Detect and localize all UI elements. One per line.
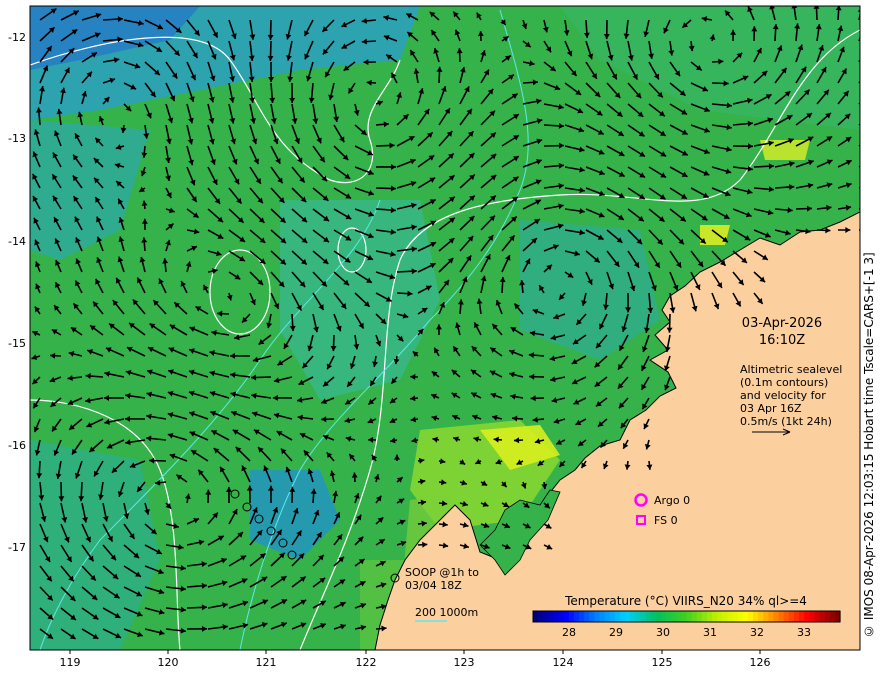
x-tick: 122 xyxy=(356,656,377,669)
colorbar-segment xyxy=(747,611,754,622)
colorbar-segment xyxy=(584,611,590,622)
colorbar-segment xyxy=(655,611,662,622)
colorbar-segment xyxy=(742,611,749,622)
colorbar-segment xyxy=(809,611,816,622)
colorbar-segment xyxy=(814,611,821,622)
svg-text:30: 30 xyxy=(656,626,670,639)
colorbar-segment xyxy=(579,611,585,622)
colorbar-segment xyxy=(650,611,657,622)
svg-text:and velocity for: and velocity for xyxy=(740,389,826,402)
colorbar-segment xyxy=(625,611,631,622)
colorbar-segment xyxy=(614,611,621,622)
x-tick: 119 xyxy=(60,656,81,669)
colorbar-segment xyxy=(686,611,693,622)
colorbar-segment xyxy=(548,611,555,622)
colorbar-segment xyxy=(640,611,647,622)
colorbar-segment xyxy=(558,611,565,622)
colorbar-segment xyxy=(553,611,560,622)
colorbar-segment xyxy=(824,611,831,622)
colorbar-segment xyxy=(563,611,570,622)
y-axis-ticks: -12 -13 -14 -15 -16 -17 xyxy=(8,31,26,554)
y-tick: -17 xyxy=(8,541,26,554)
svg-text:0.5m/s (1kt 24h): 0.5m/s (1kt 24h) xyxy=(740,415,832,428)
colorbar-segment xyxy=(645,611,652,622)
y-tick: -15 xyxy=(8,337,26,350)
colorbar-segment xyxy=(768,611,775,622)
colorbar-segment xyxy=(706,611,713,622)
colorbar-segment xyxy=(666,611,672,622)
y-tick: -16 xyxy=(8,439,26,452)
x-tick: 120 xyxy=(158,656,179,669)
colorbar-segment xyxy=(753,611,759,622)
svg-text:32: 32 xyxy=(750,626,764,639)
svg-text:33: 33 xyxy=(797,626,811,639)
x-tick: 123 xyxy=(454,656,475,669)
x-tick: 125 xyxy=(652,656,673,669)
colorbar-segment xyxy=(773,611,780,622)
colorbar-segment xyxy=(783,611,790,622)
colorbar-segment xyxy=(543,611,549,622)
x-tick: 121 xyxy=(256,656,277,669)
colorbar-segment xyxy=(568,611,575,622)
colorbar-segment xyxy=(799,611,805,622)
map-time: 16:10Z xyxy=(759,333,805,348)
colorbar-segment xyxy=(701,611,708,622)
colorbar-segment xyxy=(594,611,601,622)
x-tick: 124 xyxy=(553,656,574,669)
ocean-map: 119 120 121 122 123 124 125 126 -12 -13 … xyxy=(8,5,861,669)
colorbar-segment xyxy=(533,611,539,622)
y-tick: -12 xyxy=(8,31,26,44)
colorbar-segment xyxy=(819,611,826,622)
colorbar-segment xyxy=(619,611,626,622)
colorbar-segment xyxy=(717,611,723,622)
colorbar-segment xyxy=(696,611,703,622)
colorbar-segment xyxy=(573,611,580,622)
x-tick: 126 xyxy=(750,656,771,669)
svg-text:Altimetric sealevel: Altimetric sealevel xyxy=(740,363,842,376)
svg-text:(0.1m contours): (0.1m contours) xyxy=(740,376,828,389)
y-tick: -13 xyxy=(8,132,26,145)
soop-label-1: SOOP @1h to xyxy=(405,566,479,579)
colorbar-segment xyxy=(589,611,595,622)
colorbar-segment xyxy=(609,611,616,622)
argo-label: Argo 0 xyxy=(654,494,690,507)
colorbar-segment xyxy=(681,611,688,622)
colorbar-segment xyxy=(732,611,739,622)
svg-text:03 Apr 16Z: 03 Apr 16Z xyxy=(740,402,802,415)
colorbar-segment xyxy=(804,611,810,622)
colorbar-segment xyxy=(722,611,729,622)
fs-label: FS 0 xyxy=(654,514,678,527)
map-date: 03-Apr-2026 xyxy=(742,316,822,331)
soop-label-2: 03/04 18Z xyxy=(405,579,462,592)
colorbar-segment xyxy=(630,611,636,622)
colorbar-segment xyxy=(599,611,606,622)
colorbar-segment xyxy=(676,611,682,622)
bathy-legend-label: 200 1000m xyxy=(415,606,478,619)
colorbar-segment xyxy=(758,611,764,622)
colorbar-segment xyxy=(671,611,677,622)
colorbar-title: Temperature (°C) VIIRS_N20 34% ql>=4 xyxy=(564,594,807,608)
colorbar-segment xyxy=(737,611,744,622)
svg-text:28: 28 xyxy=(562,626,576,639)
credit-text: © IMOS 08-Apr-2026 12:03:15 Hobart time … xyxy=(862,252,876,638)
colorbar-segment xyxy=(829,611,836,622)
colorbar-segment xyxy=(763,611,769,622)
colorbar-segment xyxy=(538,611,544,622)
colorbar-segment xyxy=(778,611,785,622)
y-tick: -14 xyxy=(8,235,26,248)
colorbar-segment xyxy=(712,611,718,622)
svg-text:31: 31 xyxy=(703,626,717,639)
colorbar-segment xyxy=(660,611,667,622)
colorbar-segment xyxy=(788,611,795,622)
x-axis-ticks: 119 120 121 122 123 124 125 126 xyxy=(60,650,771,669)
svg-text:29: 29 xyxy=(609,626,623,639)
colorbar-segment xyxy=(691,611,698,622)
colorbar-segment xyxy=(604,611,611,622)
colorbar-segment xyxy=(635,611,642,622)
colorbar xyxy=(532,610,841,623)
colorbar-segment xyxy=(793,611,800,622)
colorbar-segment xyxy=(727,611,734,622)
